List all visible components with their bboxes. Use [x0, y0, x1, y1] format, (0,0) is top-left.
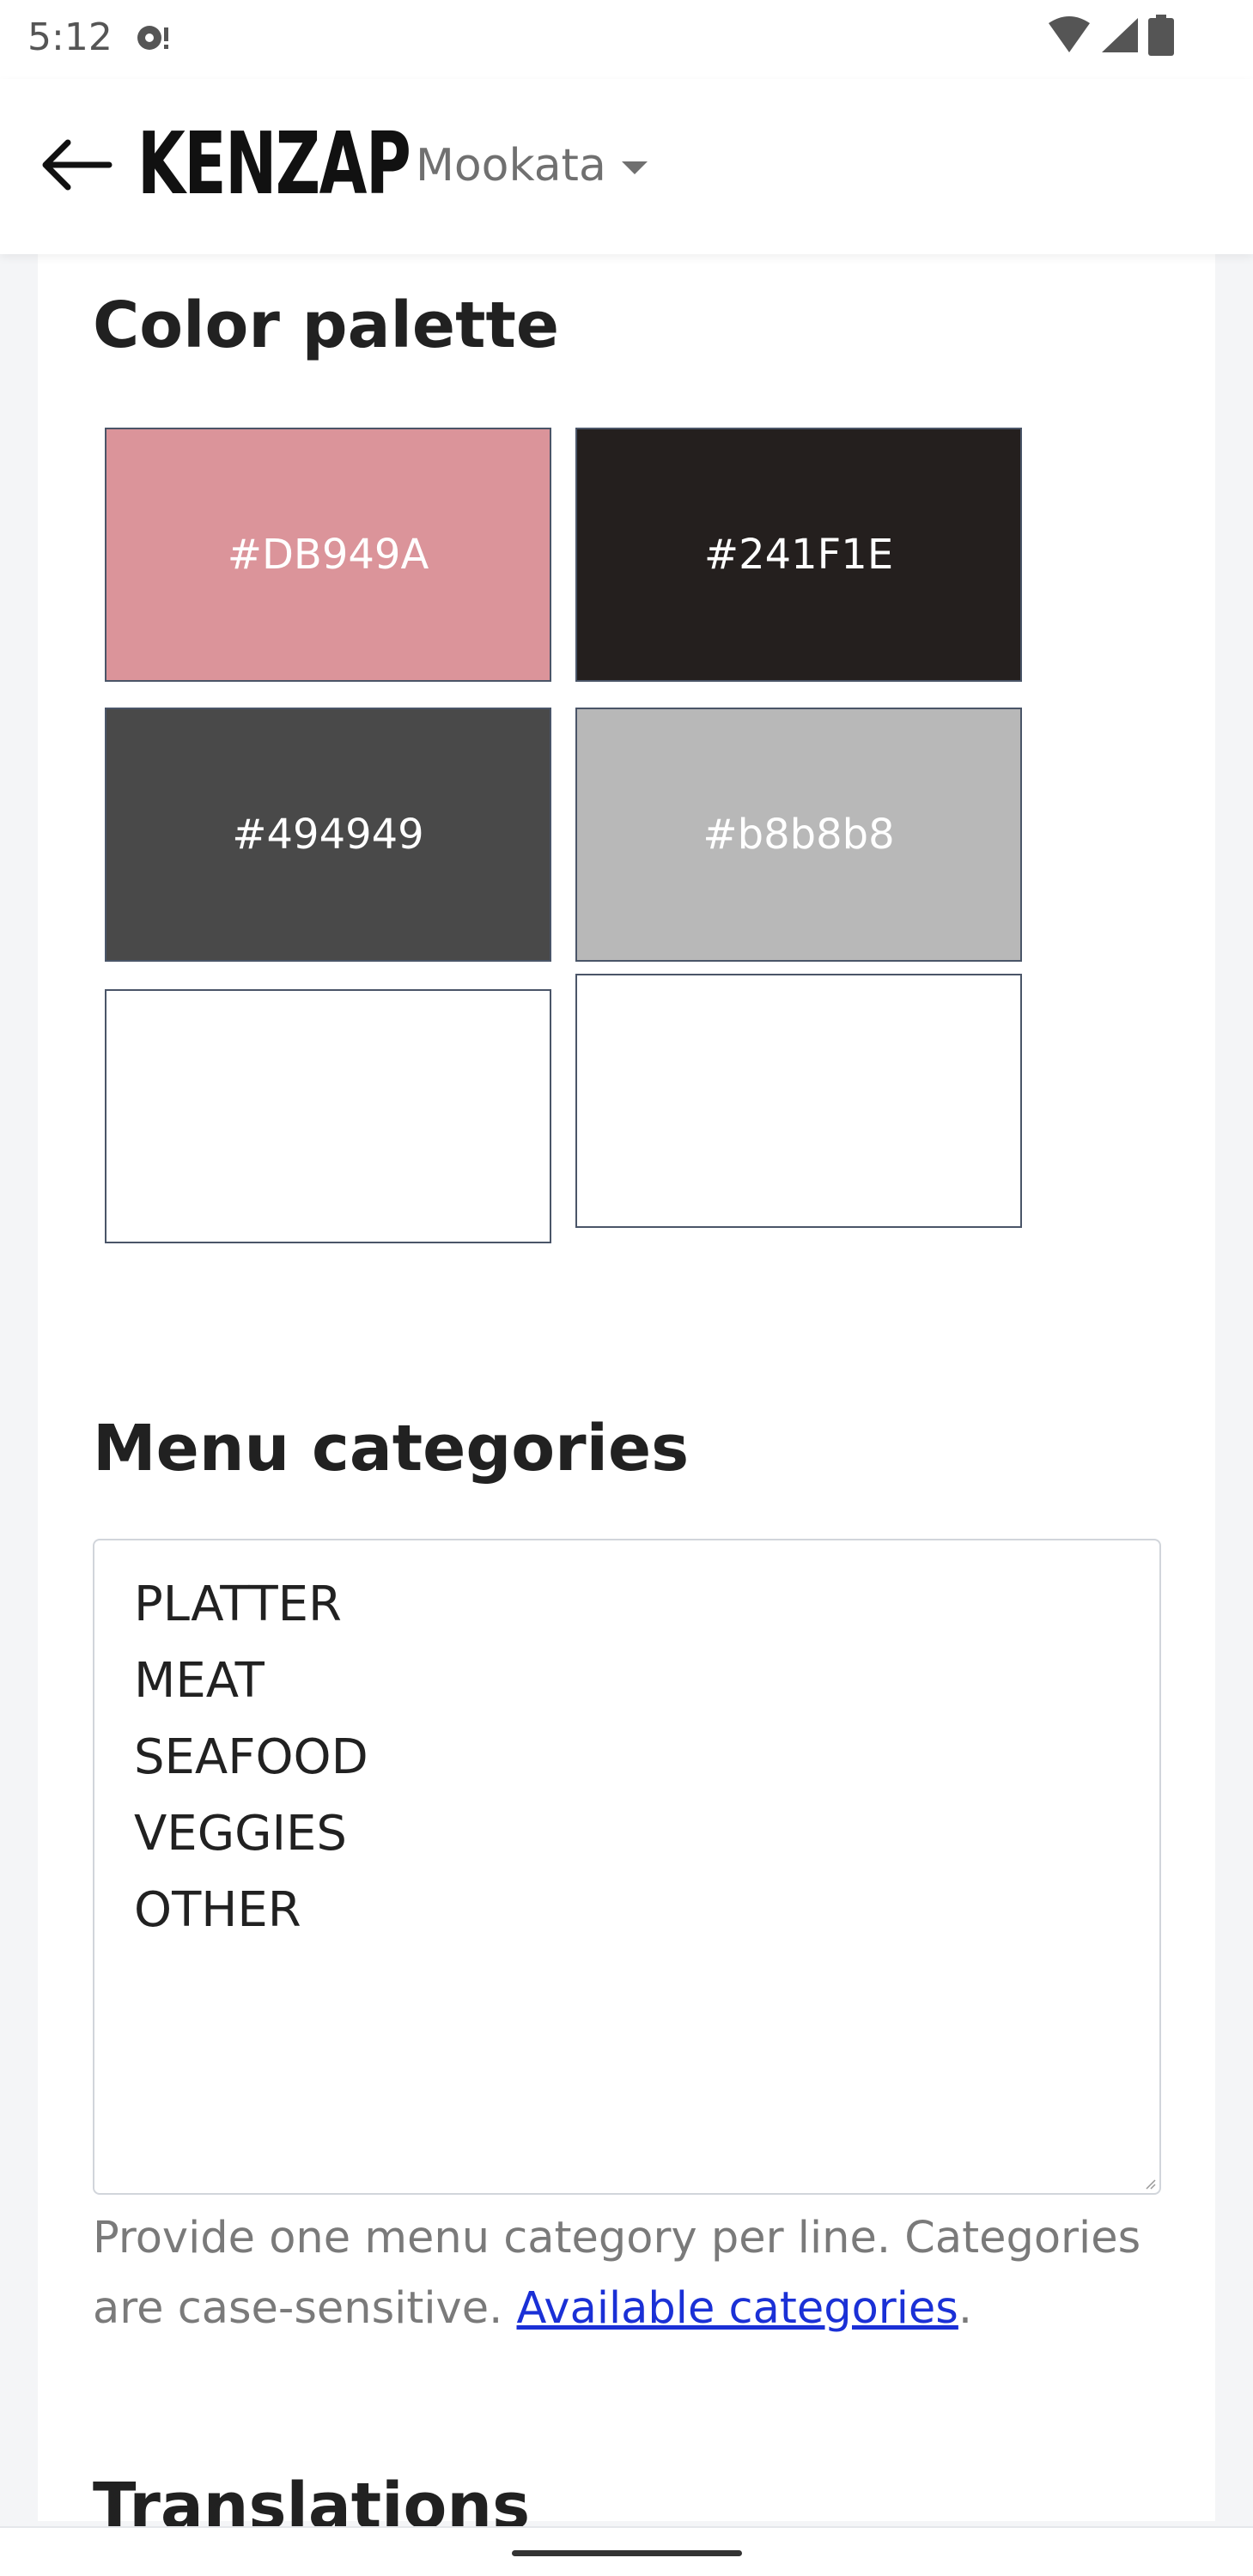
textarea-line: MEAT — [134, 1653, 265, 1709]
textarea-line: PLATTER — [134, 1577, 342, 1632]
cell-signal-icon — [1100, 16, 1140, 58]
battery-icon — [1148, 15, 1174, 59]
swatch-label: #DB949A — [227, 531, 429, 579]
color-swatch-1[interactable]: #DB949A — [105, 428, 551, 682]
textarea-line: OTHER — [134, 1882, 301, 1938]
caret-down-icon — [621, 161, 648, 174]
status-icons — [1047, 15, 1174, 58]
brand-logo[interactable]: KENZAP — [137, 117, 411, 211]
wifi-icon — [1047, 16, 1092, 58]
color-swatch-6[interactable] — [575, 974, 1022, 1228]
color-swatch-5[interactable] — [105, 989, 551, 1243]
menu-categories-title: Menu categories — [93, 1412, 690, 1485]
swatch-label: #b8b8b8 — [703, 811, 895, 859]
app-header: KENZAP Mookata — [0, 79, 1253, 254]
color-swatch-3[interactable]: #494949 — [105, 708, 551, 962]
system-nav-bar — [0, 2526, 1253, 2576]
menu-categories-textarea[interactable]: PLATTER MEAT SEAFOOD VEGGIES OTHER — [93, 1539, 1161, 2195]
status-bar: 5:12 — [0, 0, 1253, 79]
notification-icon — [136, 22, 170, 53]
help-suffix: . — [958, 2283, 973, 2334]
color-swatch-4[interactable]: #b8b8b8 — [575, 708, 1022, 962]
status-time: 5:12 — [27, 15, 113, 59]
available-categories-link[interactable]: Available categories — [517, 2283, 958, 2334]
resize-handle-icon[interactable] — [1144, 2178, 1156, 2190]
textarea-line: VEGGIES — [134, 1806, 347, 1862]
store-selector[interactable]: Mookata — [416, 136, 648, 196]
swatch-label: #494949 — [232, 811, 424, 859]
textarea-line: SEAFOOD — [134, 1729, 368, 1785]
home-gesture-handle[interactable] — [512, 2550, 742, 2556]
color-swatch-2[interactable]: #241F1E — [575, 428, 1022, 682]
menu-categories-help: Provide one menu category per line. Cate… — [93, 2203, 1175, 2344]
arrow-left-icon — [42, 139, 113, 191]
color-palette-title: Color palette — [93, 289, 560, 362]
store-name: Mookata — [416, 140, 606, 191]
settings-card: Color palette #DB949A #241F1E #494949 #b… — [38, 254, 1215, 2543]
back-button[interactable] — [38, 132, 115, 197]
swatch-label: #241F1E — [703, 531, 894, 579]
